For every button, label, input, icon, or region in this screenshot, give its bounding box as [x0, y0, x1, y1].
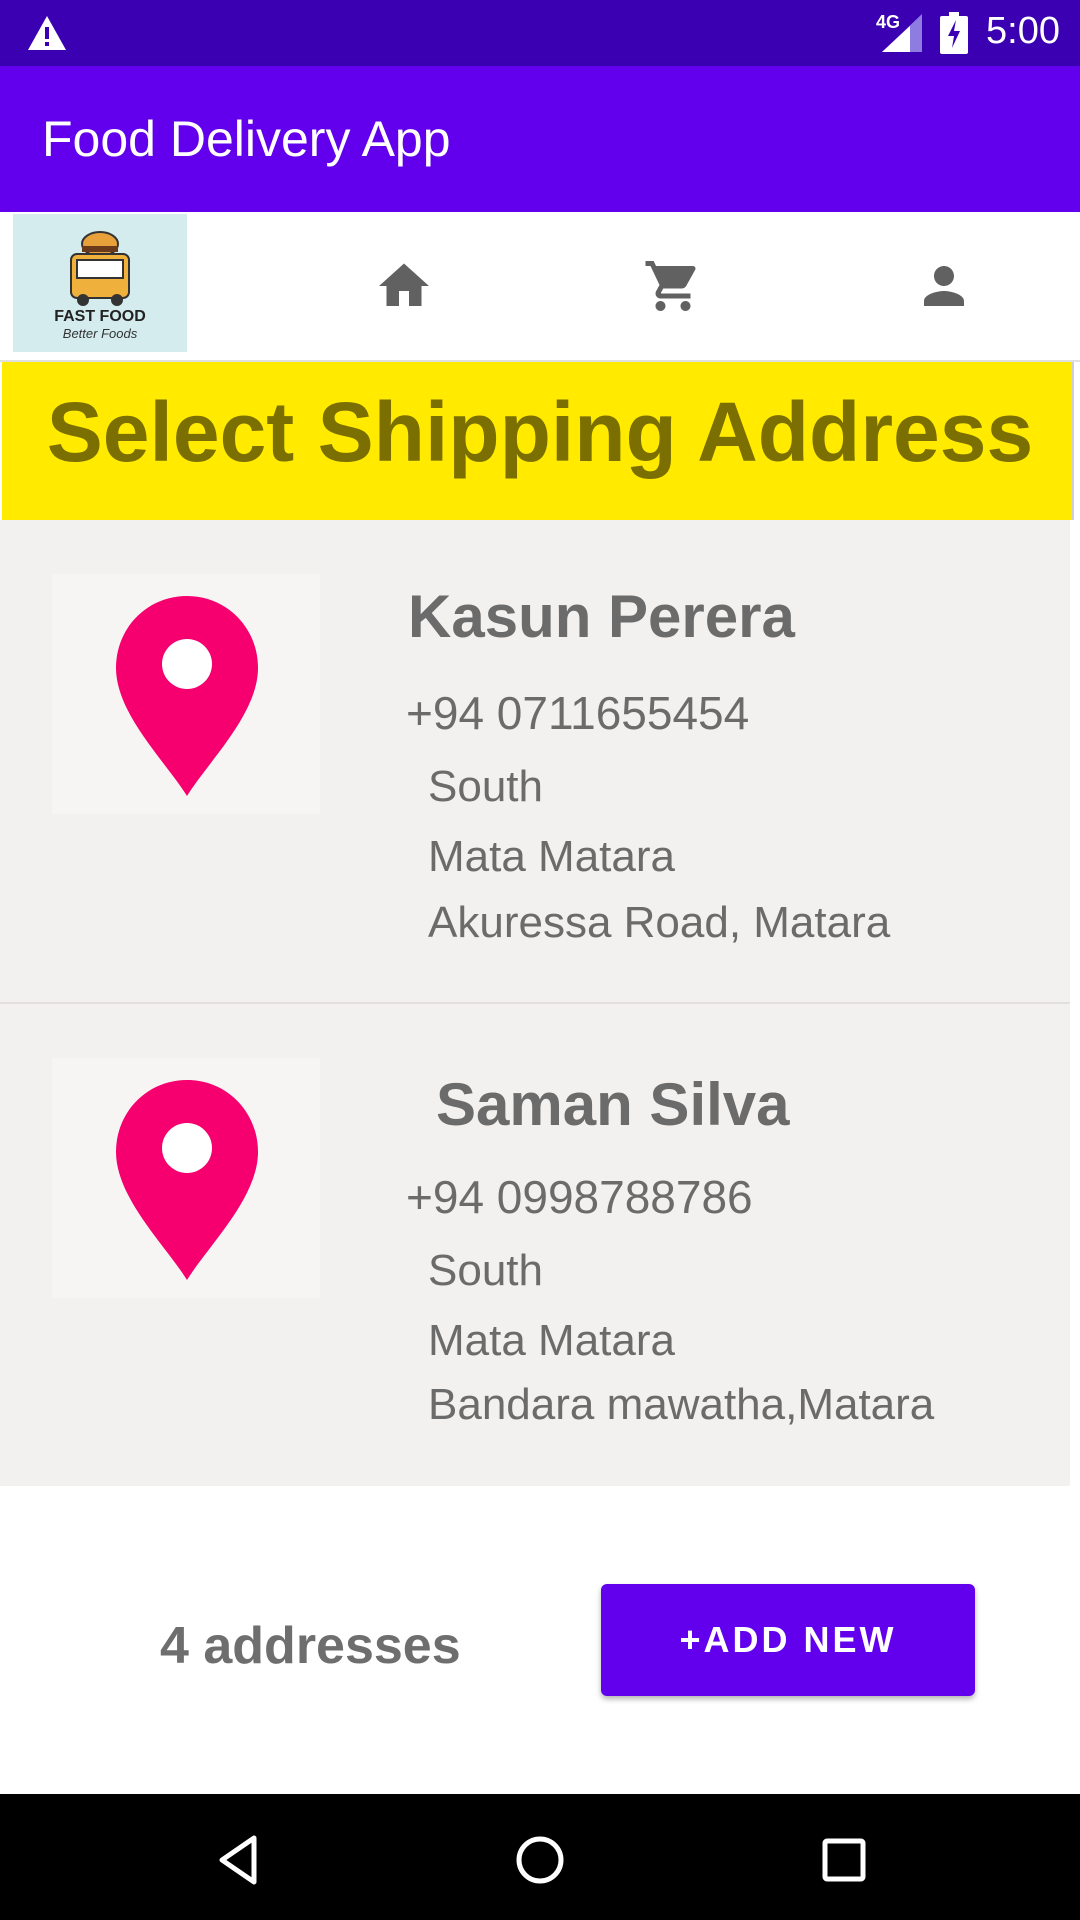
app-title: Food Delivery App	[42, 111, 451, 167]
address-phone: +94 0998788786	[406, 1171, 753, 1223]
cell-signal-icon	[882, 14, 922, 52]
home-nav-icon[interactable]	[512, 1832, 568, 1888]
address-line-3: Akuressa Road, Matara	[428, 898, 891, 947]
address-name: Saman Silva	[436, 1071, 790, 1138]
address-thumbnail	[52, 1058, 320, 1298]
address-card[interactable]: Saman Silva +94 0998788786 South Mata Ma…	[0, 1004, 1070, 1486]
address-line-3: Bandara mawatha,Matara	[428, 1380, 935, 1429]
address-line-2: Mata Matara	[428, 832, 675, 881]
home-icon[interactable]	[374, 256, 434, 316]
top-nav: FAST FOOD Better Foods	[0, 212, 1080, 362]
back-icon[interactable]	[210, 1832, 266, 1888]
address-line-1: South	[428, 762, 543, 811]
address-thumbnail	[52, 574, 320, 814]
address-name: Kasun Perera	[408, 583, 795, 650]
cart-icon[interactable]	[643, 256, 703, 316]
profile-icon[interactable]	[914, 256, 974, 316]
system-nav-bar	[0, 1794, 1080, 1920]
brand-logo: FAST FOOD Better Foods	[13, 214, 187, 352]
app-bar: Food Delivery App	[0, 66, 1080, 212]
address-line-1: South	[428, 1246, 543, 1295]
address-phone: +94 0711655454	[406, 687, 750, 739]
status-bar: 4G 5:00	[0, 0, 1080, 66]
address-line-2: Mata Matara	[428, 1316, 675, 1365]
address-count: 4 addresses	[160, 1617, 461, 1675]
page-title: Select Shipping Address	[46, 385, 1034, 479]
add-new-address-button[interactable]: +ADD NEW	[601, 1584, 975, 1696]
location-pin-icon	[116, 1080, 258, 1280]
location-pin-icon	[116, 596, 258, 796]
address-card[interactable]: Kasun Perera +94 0711655454 South Mata M…	[0, 520, 1070, 1004]
battery-charging-icon	[940, 12, 968, 54]
recents-icon[interactable]	[816, 1832, 872, 1888]
warning-icon	[28, 16, 66, 50]
section-banner: Select Shipping Address	[2, 362, 1074, 520]
logo-title: FAST FOOD	[54, 308, 146, 325]
clock: 5:00	[986, 10, 1060, 52]
logo-tagline: Better Foods	[62, 326, 138, 341]
